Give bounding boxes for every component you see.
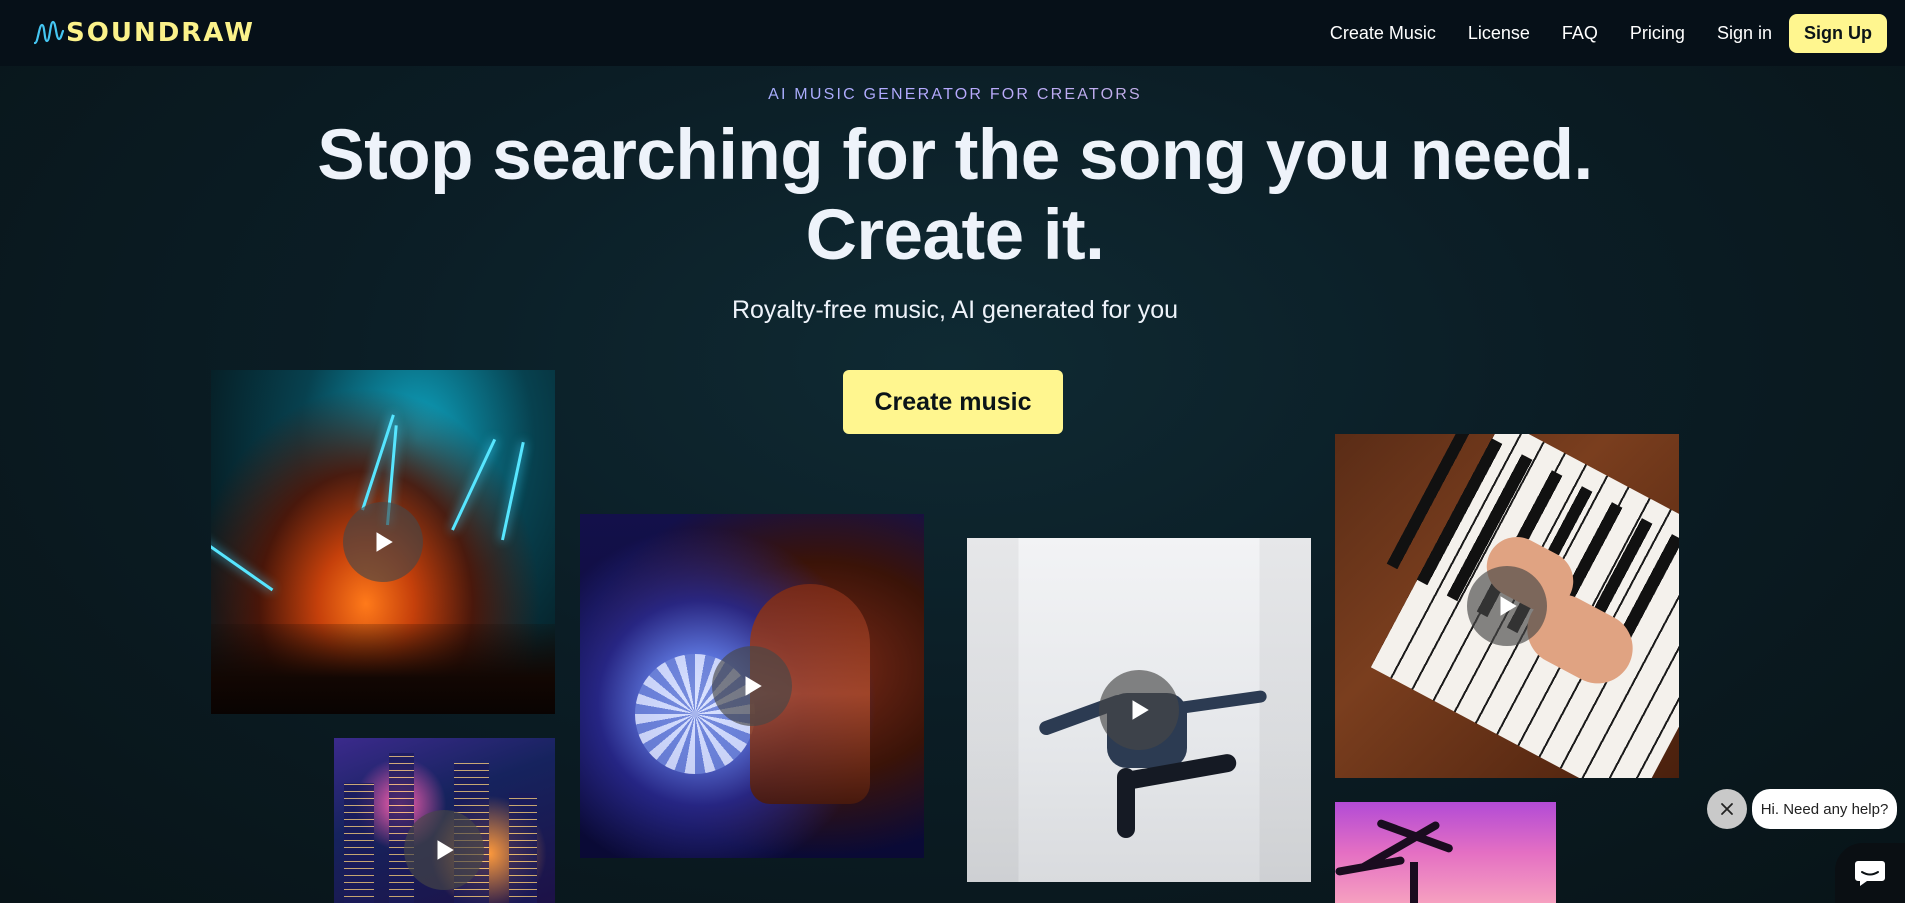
hero-subhead: Royalty-free music, AI generated for you bbox=[731, 296, 1179, 324]
play-button[interactable] bbox=[1099, 670, 1179, 750]
play-button[interactable] bbox=[712, 646, 792, 726]
chat-icon bbox=[1855, 861, 1885, 886]
palm-tile[interactable] bbox=[1335, 802, 1556, 903]
disco-tile[interactable] bbox=[580, 514, 924, 858]
light-beam bbox=[211, 531, 274, 592]
dancer-leg bbox=[1117, 768, 1135, 838]
light-beam bbox=[501, 441, 525, 541]
top-navbar: SOUNDRAW Create Music License FAQ Pricin… bbox=[0, 0, 1905, 66]
piano-tile[interactable] bbox=[1335, 434, 1679, 778]
crowd-silhouette bbox=[211, 624, 555, 714]
nav-create-music[interactable]: Create Music bbox=[1330, 23, 1436, 44]
page: SOUNDRAW Create Music License FAQ Pricin… bbox=[0, 0, 1905, 903]
play-button[interactable] bbox=[343, 502, 423, 582]
nav-pricing[interactable]: Pricing bbox=[1630, 23, 1685, 44]
hero-headline: Stop searching for the song you need. Cr… bbox=[0, 116, 1905, 276]
nav-license[interactable]: License bbox=[1468, 23, 1530, 44]
play-icon bbox=[376, 532, 393, 552]
play-icon bbox=[1500, 596, 1517, 616]
dancer-tile[interactable] bbox=[967, 538, 1311, 882]
building bbox=[344, 783, 374, 903]
headline-line-1: Stop searching for the song you need. bbox=[317, 116, 1593, 195]
nav-faq[interactable]: FAQ bbox=[1562, 23, 1598, 44]
play-icon bbox=[1132, 700, 1149, 720]
create-music-button[interactable]: Create music bbox=[843, 370, 1063, 434]
chat-launcher-button[interactable] bbox=[1835, 843, 1905, 903]
waveform-icon bbox=[34, 20, 64, 45]
close-icon bbox=[1721, 803, 1733, 815]
city-tile[interactable] bbox=[334, 738, 555, 903]
play-icon bbox=[745, 676, 762, 696]
palm-trunk bbox=[1410, 862, 1418, 903]
brand-logo[interactable]: SOUNDRAW bbox=[34, 18, 255, 48]
play-button[interactable] bbox=[1467, 566, 1547, 646]
chat-close-button[interactable] bbox=[1707, 789, 1747, 829]
play-button[interactable] bbox=[404, 810, 484, 890]
chat-greeting-bubble[interactable]: Hi. Need any help? bbox=[1752, 789, 1897, 829]
nav-sign-in[interactable]: Sign in bbox=[1717, 23, 1772, 44]
headline-line-2: Create it. bbox=[805, 196, 1105, 275]
light-beam bbox=[451, 438, 497, 531]
hero-eyebrow: AI MUSIC GENERATOR FOR CREATORS bbox=[0, 86, 1905, 104]
building bbox=[509, 793, 537, 903]
sign-up-button[interactable]: Sign Up bbox=[1789, 13, 1887, 53]
brand-name: SOUNDRAW bbox=[66, 18, 255, 48]
nav-links: Create Music License FAQ Pricing Sign in… bbox=[1298, 13, 1887, 53]
concert-tile[interactable] bbox=[211, 370, 555, 714]
play-icon bbox=[437, 840, 454, 860]
